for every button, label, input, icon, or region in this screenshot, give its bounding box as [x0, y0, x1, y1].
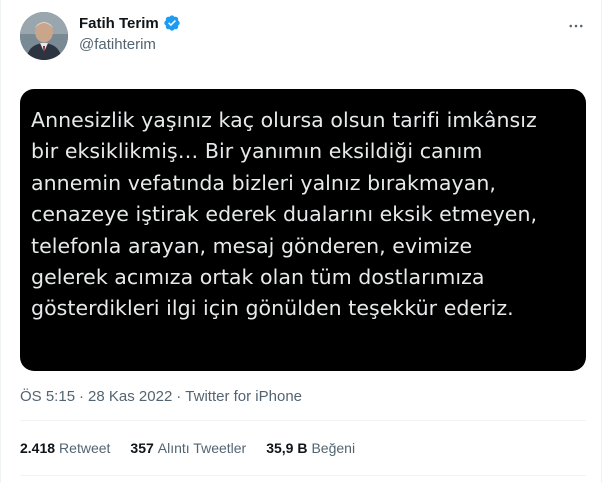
divider	[20, 420, 586, 421]
author-handle[interactable]: @fatihterim	[79, 36, 156, 53]
quote-label: Alıntı Tweetler	[157, 440, 247, 456]
like-count: 35,9 B	[266, 440, 308, 456]
image-text-line: bir eksiklikmiş… Bir yanımın eksildiği c…	[31, 139, 483, 164]
tweet-stats: 2.418 Retweet 357 Alıntı Tweetler 35,9 B…	[20, 440, 375, 456]
quote-count: 357	[130, 440, 154, 456]
image-text-line: Annesizlik yaşınız kaç olursa olsun tari…	[31, 108, 537, 132]
author-display-name[interactable]: Fatih Terim	[79, 15, 159, 32]
like-count-link[interactable]: 35,9 B Beğeni	[266, 440, 355, 456]
image-text-line: cenazeye iştirak ederek dualarını eksik …	[31, 202, 538, 227]
more-horizontal-icon	[569, 24, 583, 28]
tweet-date-link[interactable]: 28 Kas 2022	[88, 388, 172, 405]
tweet-image-text: Annesizlik yaşınız kaç olursa olsun tari…	[31, 105, 581, 325]
quote-count-link[interactable]: 357 Alıntı Tweetler	[130, 440, 246, 456]
meta-separator: ·	[79, 388, 85, 405]
tweet-source-link[interactable]: Twitter for iPhone	[185, 388, 302, 405]
avatar-image	[20, 12, 68, 60]
image-text-line: gösterdikleri ilgi için gönülden teşekkü…	[31, 296, 514, 321]
timeline-border-left	[0, 0, 1, 483]
retweet-count-link[interactable]: 2.418 Retweet	[20, 440, 110, 456]
meta-separator: ·	[176, 388, 182, 405]
retweet-label: Retweet	[59, 440, 111, 456]
tweet-time-link[interactable]: ÖS 5:15	[20, 388, 75, 405]
tweet-detail: Fatih Terim @fatihterim Annesizlik yaşın…	[0, 0, 602, 483]
image-text-line: telefonla arayan, mesaj gönderen, evimiz…	[31, 233, 473, 258]
tweet-image[interactable]: Annesizlik yaşınız kaç olursa olsun tari…	[20, 89, 586, 371]
author-name-row[interactable]: Fatih Terim	[79, 14, 181, 32]
more-options-button[interactable]	[562, 12, 590, 40]
verified-badge-icon	[163, 14, 181, 32]
image-text-line: annemin vefatında bizleri yalnız bırakma…	[31, 170, 496, 195]
avatar[interactable]	[20, 12, 68, 60]
like-label: Beğeni	[311, 440, 356, 456]
divider	[20, 475, 586, 476]
image-text-line: gelerek acımıza ortak olan tüm dostlarım…	[31, 265, 485, 290]
tweet-metadata: ÖS 5:15 · 28 Kas 2022 · Twitter for iPho…	[20, 388, 302, 405]
retweet-count: 2.418	[20, 440, 56, 456]
